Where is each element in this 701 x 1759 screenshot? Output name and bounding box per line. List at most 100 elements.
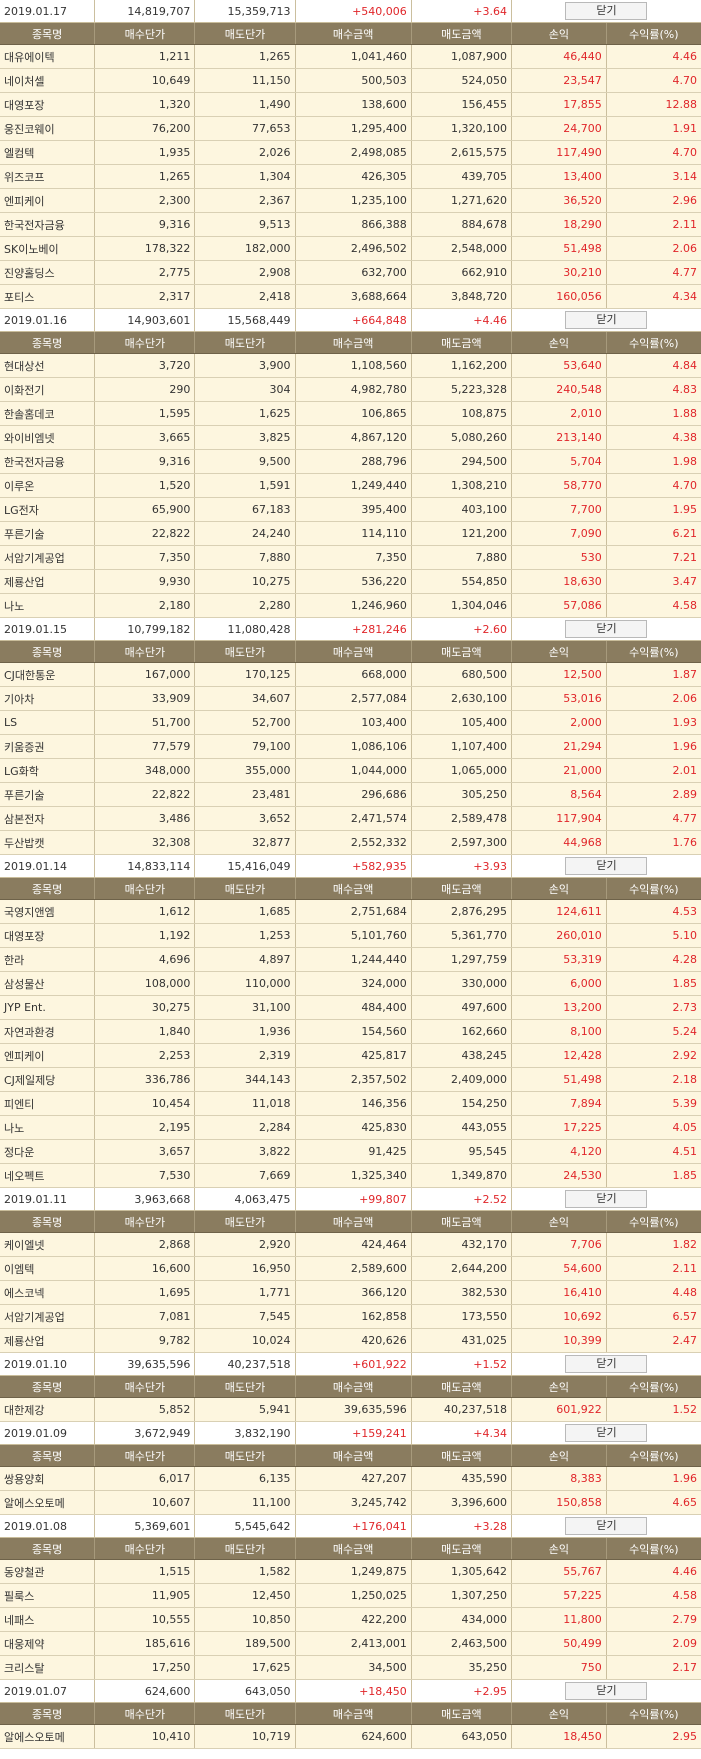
buy-amount-cell: 424,464 — [295, 1232, 412, 1257]
return-rate-cell: 4.28 — [606, 947, 701, 972]
buy-price-cell: 10,410 — [94, 1724, 196, 1749]
return-rate-cell: 12.88 — [606, 92, 701, 117]
column-header-buy-price: 매수단가 — [94, 640, 196, 663]
table-row: LG화학 348,000 355,000 1,044,000 1,065,000 21,0… — [0, 758, 701, 783]
column-header-sell-price: 매도단가 — [194, 1444, 296, 1467]
stock-name-cell: CJ대한통운 — [0, 662, 96, 687]
rate-total: +4.46 — [411, 309, 512, 332]
sell-price-cell: 170,125 — [194, 662, 296, 687]
profit-cell: 54,600 — [511, 1256, 607, 1281]
close-button[interactable]: 닫기 — [565, 1682, 648, 1700]
day-table: 2019.01.14 14,833,114 15,416,049 +582,935 +3… — [0, 855, 701, 1188]
close-button[interactable]: 닫기 — [565, 857, 648, 875]
buy-amount-cell: 1,325,340 — [295, 1163, 412, 1188]
buy-price-cell: 22,822 — [94, 782, 196, 807]
buy-amount-cell: 425,830 — [295, 1115, 412, 1140]
column-header-stock-name: 종목명 — [0, 331, 96, 354]
table-row: 웅진코웨이 76,200 77,653 1,295,400 1,320,100 24,70… — [0, 116, 701, 141]
sell-price-cell: 110,000 — [194, 971, 296, 996]
close-button[interactable]: 닫기 — [565, 1355, 648, 1373]
stock-name-cell: 쌍용양회 — [0, 1466, 96, 1491]
return-rate-cell: 5.39 — [606, 1091, 701, 1116]
sell-amount-cell: 2,409,000 — [411, 1067, 512, 1092]
buy-price-cell: 3,486 — [94, 806, 196, 831]
sell-total: 3,832,190 — [194, 1422, 296, 1445]
stock-name-cell: 포티스 — [0, 284, 96, 309]
return-rate-cell: 1.96 — [606, 734, 701, 759]
stock-name-cell: LG전자 — [0, 497, 96, 522]
column-header-stock-name: 종목명 — [0, 22, 96, 45]
buy-price-cell: 185,616 — [94, 1631, 196, 1656]
sell-price-cell: 10,719 — [194, 1724, 296, 1749]
profit-cell: 57,225 — [511, 1583, 607, 1608]
table-row: 대영포장 1,320 1,490 138,600 156,455 17,855 12.88 — [0, 92, 701, 117]
stock-name-cell: 제룡산업 — [0, 569, 96, 594]
sell-amount-cell: 680,500 — [411, 662, 512, 687]
sell-amount-cell: 1,087,900 — [411, 44, 512, 69]
column-header-buy-price: 매수단가 — [94, 1702, 196, 1725]
table-row: 나노 2,180 2,280 1,246,960 1,304,046 57,086 4.58 — [0, 593, 701, 618]
stock-name-cell: 알에스오토메 — [0, 1490, 96, 1515]
column-header-sell-amount: 매도금액 — [411, 1375, 512, 1398]
buy-amount-cell: 427,207 — [295, 1466, 412, 1491]
buy-amount-cell: 1,250,025 — [295, 1583, 412, 1608]
close-button[interactable]: 닫기 — [565, 1424, 648, 1442]
day-table: 2019.01.15 10,799,182 11,080,428 +281,246 +2… — [0, 618, 701, 855]
profit-cell: 160,056 — [511, 284, 607, 309]
profit-cell: 21,294 — [511, 734, 607, 759]
profit-cell: 17,855 — [511, 92, 607, 117]
stock-name-cell: 에스코넥 — [0, 1280, 96, 1305]
buy-price-cell: 10,454 — [94, 1091, 196, 1116]
profit-total: +99,807 — [295, 1188, 412, 1211]
table-row: 키움증권 77,579 79,100 1,086,106 1,107,400 21,294… — [0, 734, 701, 759]
stock-name-cell: 엔피케이 — [0, 188, 96, 213]
return-rate-cell: 4.34 — [606, 284, 701, 309]
table-row: 엔피케이 2,300 2,367 1,235,100 1,271,620 36,520 2.… — [0, 188, 701, 213]
buy-price-cell: 348,000 — [94, 758, 196, 783]
return-rate-cell: 4.83 — [606, 377, 701, 402]
sell-amount-cell: 431,025 — [411, 1328, 512, 1353]
date-summary-row: 2019.01.17 14,819,707 15,359,713 +540,006 +3… — [0, 0, 701, 23]
sell-total: 15,416,049 — [194, 855, 296, 878]
table-row: 크리스탈 17,250 17,625 34,500 35,250 750 2.17 — [0, 1655, 701, 1680]
sell-amount-cell: 2,630,100 — [411, 686, 512, 711]
table-row: 네이처셀 10,649 11,150 500,503 524,050 23,547 4.70 — [0, 68, 701, 93]
stock-name-cell: 와이비엠넷 — [0, 425, 96, 450]
buy-price-cell: 65,900 — [94, 497, 196, 522]
table-row: 위즈코프 1,265 1,304 426,305 439,705 13,400 3.14 — [0, 164, 701, 189]
column-header-buy-price: 매수단가 — [94, 1375, 196, 1398]
column-header-buy-price: 매수단가 — [94, 22, 196, 45]
column-header-profit: 손익 — [511, 331, 607, 354]
date-summary-row: 2019.01.11 3,963,668 4,063,475 +99,807 +2.52… — [0, 1188, 701, 1211]
buy-amount-cell: 366,120 — [295, 1280, 412, 1305]
table-row: 네오펙트 7,530 7,669 1,325,340 1,349,870 24,530 1.… — [0, 1163, 701, 1188]
profit-cell: 17,225 — [511, 1115, 607, 1140]
sell-price-cell: 3,822 — [194, 1139, 296, 1164]
column-header-stock-name: 종목명 — [0, 1444, 96, 1467]
sell-amount-cell: 2,463,500 — [411, 1631, 512, 1656]
trade-date: 2019.01.15 — [0, 618, 96, 641]
stock-name-cell: 네패스 — [0, 1607, 96, 1632]
buy-price-cell: 1,211 — [94, 44, 196, 69]
buy-amount-cell: 34,500 — [295, 1655, 412, 1680]
buy-price-cell: 1,320 — [94, 92, 196, 117]
buy-amount-cell: 422,200 — [295, 1607, 412, 1632]
stock-name-cell: 키움증권 — [0, 734, 96, 759]
table-row: 기아차 33,909 34,607 2,577,084 2,630,100 53,016 2… — [0, 686, 701, 711]
profit-cell: 44,968 — [511, 830, 607, 855]
close-button[interactable]: 닫기 — [565, 1190, 648, 1208]
buy-amount-cell: 3,688,664 — [295, 284, 412, 309]
close-button[interactable]: 닫기 — [565, 311, 648, 329]
stock-name-cell: LS — [0, 710, 96, 735]
column-header-buy-amount: 매수금액 — [295, 1210, 412, 1233]
table-row: 필룩스 11,905 12,450 1,250,025 1,307,250 57,225 4… — [0, 1583, 701, 1608]
buy-price-cell: 3,657 — [94, 1139, 196, 1164]
sell-amount-cell: 1,107,400 — [411, 734, 512, 759]
close-button[interactable]: 닫기 — [565, 2, 648, 20]
return-rate-cell: 6.21 — [606, 521, 701, 546]
column-header-row: 종목명 매수단가 매도단가 매수금액 매도금액 손익 수익률(%) — [0, 1537, 701, 1560]
sell-amount-cell: 3,848,720 — [411, 284, 512, 309]
sell-amount-cell: 40,237,518 — [411, 1397, 512, 1422]
close-button[interactable]: 닫기 — [565, 620, 648, 638]
close-button[interactable]: 닫기 — [565, 1517, 648, 1535]
